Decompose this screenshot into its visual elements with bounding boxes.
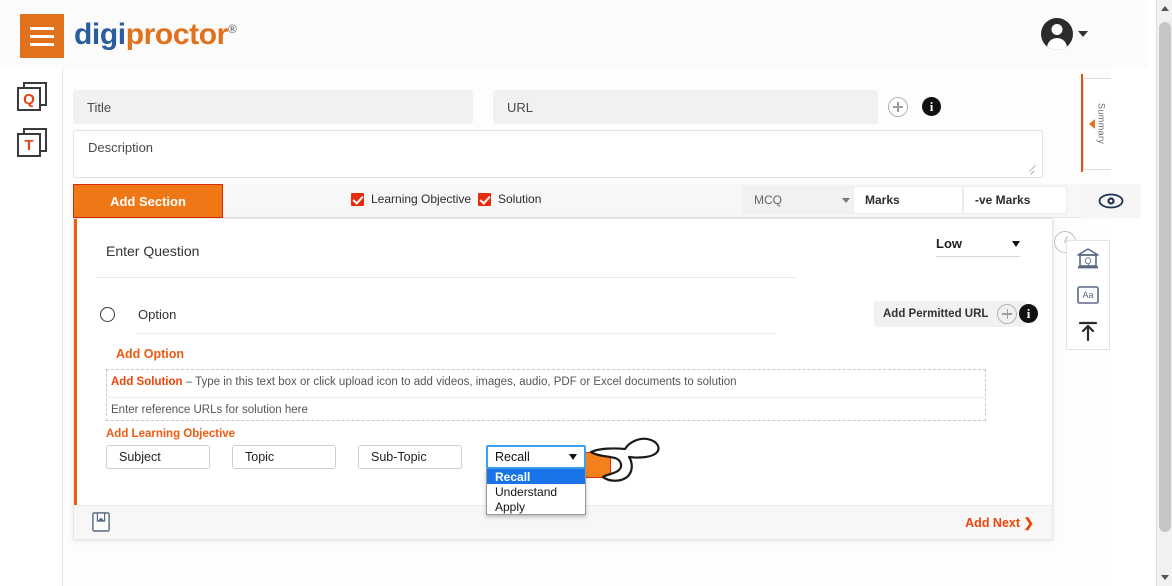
add-next-label: Add Next: [965, 516, 1020, 530]
question-input[interactable]: Enter Question: [106, 243, 199, 259]
bloom-option-understand[interactable]: Understand: [487, 484, 585, 499]
eye-icon: [1098, 193, 1124, 209]
info-icon[interactable]: i: [922, 97, 941, 116]
sub-topic-input[interactable]: Sub-Topic: [358, 445, 462, 469]
page-scrollbar[interactable]: [1156, 0, 1172, 586]
plus-circle-icon[interactable]: [888, 97, 908, 117]
difficulty-select[interactable]: Low: [936, 231, 1020, 257]
add-permitted-url-button[interactable]: Add Permitted URL: [874, 301, 1026, 327]
chevron-down-icon: [842, 198, 850, 203]
paper-meta-row: Title URL i: [73, 86, 1101, 130]
checkbox-checked-icon[interactable]: [478, 193, 491, 206]
logo-text-primary: digi: [74, 18, 126, 51]
bloom-level-value: Recall: [495, 450, 530, 464]
solution-area[interactable]: Add Solution – Type in this text box or …: [106, 369, 986, 421]
left-icon-rail: Q T: [0, 68, 62, 586]
chevron-down-icon: [569, 454, 577, 460]
main-content: Title URL i Description Summary Add Sect…: [62, 68, 1110, 586]
negative-marks-input[interactable]: -ve Marks: [963, 186, 1067, 214]
question-underline: [96, 277, 796, 278]
logo-text-secondary: proctor: [126, 18, 228, 51]
app-logo[interactable]: digiproctor®: [74, 18, 236, 52]
template-bank-icon: T: [17, 128, 49, 160]
text-format-icon[interactable]: Aa: [1076, 283, 1100, 307]
description-placeholder: Description: [88, 140, 153, 155]
app-root: digiproctor® Q T Title URL i: [0, 0, 1172, 586]
card-accent-edge: [74, 219, 77, 539]
difficulty-value: Low: [936, 236, 962, 251]
scroll-down-button[interactable]: [1157, 569, 1172, 586]
add-learning-objective-link[interactable]: Add Learning Objective: [106, 428, 235, 440]
user-menu[interactable]: [1041, 18, 1088, 50]
triangle-down-icon: [1161, 575, 1169, 580]
solution-hint-text: – Type in this text box or click upload …: [183, 376, 737, 388]
description-input[interactable]: Description: [73, 130, 1043, 178]
resize-handle-icon[interactable]: [1028, 164, 1038, 174]
topic-input[interactable]: Topic: [232, 445, 336, 469]
checkbox-solution[interactable]: Solution: [478, 192, 541, 206]
option-radio-button[interactable]: [100, 307, 115, 322]
plus-circle-icon[interactable]: [997, 304, 1017, 324]
svg-text:Q: Q: [1084, 256, 1091, 266]
add-section-button[interactable]: Add Section: [73, 184, 223, 218]
chevron-down-icon[interactable]: [1078, 31, 1088, 37]
option-input[interactable]: Option: [138, 307, 176, 322]
option-underline: [136, 333, 776, 334]
add-next-link[interactable]: Add Next ❯: [965, 515, 1034, 530]
question-bank-building-icon[interactable]: Q: [1076, 247, 1100, 271]
question-bank-icon-letter: Q: [23, 91, 35, 108]
bloom-option-apply[interactable]: Apply: [487, 499, 585, 514]
svg-text:Aa: Aa: [1082, 290, 1093, 300]
preview-button[interactable]: [1081, 184, 1141, 218]
user-avatar-icon[interactable]: [1041, 18, 1073, 50]
upload-icon[interactable]: [1076, 319, 1100, 343]
summary-tab-label: Summary: [1097, 103, 1107, 144]
template-bank-icon-letter: T: [24, 137, 33, 154]
solution-url-input[interactable]: Enter reference URLs for solution here: [111, 404, 308, 416]
top-header-bar: digiproctor®: [0, 0, 1148, 68]
checkbox-learning-objective[interactable]: Learning Objective: [351, 192, 471, 206]
url-input[interactable]: URL: [493, 90, 878, 124]
checkbox-learning-objective-label: Learning Objective: [371, 192, 471, 206]
triangle-left-icon: [1089, 119, 1095, 129]
solution-hint-row: Add Solution – Type in this text box or …: [111, 376, 737, 388]
summary-toggle-tab[interactable]: Summary: [1083, 78, 1111, 170]
sidebar-item-question-bank[interactable]: Q: [17, 82, 51, 116]
checkbox-checked-icon[interactable]: [351, 193, 364, 206]
question-type-select[interactable]: MCQ: [743, 186, 861, 214]
floppy-disk-icon[interactable]: [92, 512, 110, 532]
scrollbar-thumb[interactable]: [1159, 22, 1171, 532]
question-card: Enter Question Low Option Add Option Add…: [73, 218, 1053, 540]
solution-divider: [107, 397, 985, 398]
bloom-option-recall[interactable]: Recall: [487, 469, 585, 484]
checkbox-solution-label: Solution: [498, 192, 541, 206]
add-permitted-url-label: Add Permitted URL: [883, 308, 988, 320]
hamburger-icon[interactable]: [20, 14, 64, 58]
question-type-value: MCQ: [754, 193, 782, 207]
section-toolbar: Add Section Learning Objective Solution …: [73, 184, 1101, 218]
sidebar-item-template-bank[interactable]: T: [17, 128, 51, 162]
bloom-level-dropdown-list[interactable]: Recall Understand Apply: [486, 469, 586, 515]
title-input[interactable]: Title: [73, 90, 473, 124]
scroll-up-button[interactable]: [1157, 0, 1172, 17]
info-icon[interactable]: i: [1019, 304, 1038, 323]
right-floating-toolbar: Q Aa: [1066, 240, 1110, 350]
subject-input[interactable]: Subject: [106, 445, 210, 469]
chevron-down-icon: [1012, 241, 1020, 247]
marks-input[interactable]: Marks: [853, 186, 963, 214]
add-solution-link[interactable]: Add Solution: [111, 376, 183, 388]
logo-registered-mark: ®: [228, 22, 236, 36]
bloom-level-select[interactable]: Recall: [486, 445, 586, 469]
triangle-up-icon: [1161, 6, 1169, 11]
chevron-right-icon: ❯: [1024, 516, 1034, 530]
question-bank-icon: Q: [17, 82, 49, 114]
add-option-link[interactable]: Add Option: [116, 347, 184, 361]
